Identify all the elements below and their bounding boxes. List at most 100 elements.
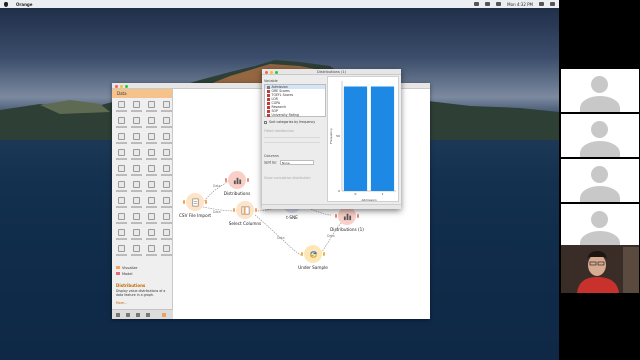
widget-label bbox=[146, 254, 157, 256]
widget-icon bbox=[118, 181, 125, 188]
widget-icon bbox=[133, 165, 140, 172]
widget-tile[interactable] bbox=[130, 165, 143, 178]
widget-tile[interactable] bbox=[115, 101, 128, 114]
zoom-icon[interactable] bbox=[116, 313, 120, 317]
widget-label bbox=[116, 222, 127, 224]
desktop: Orange Mon 4:32 PM Data Visualize Model … bbox=[0, 0, 559, 360]
widget-tile[interactable] bbox=[160, 181, 173, 194]
widget-tile[interactable] bbox=[130, 229, 143, 242]
widget-tile[interactable] bbox=[145, 101, 158, 114]
widget-tile[interactable] bbox=[145, 229, 158, 242]
menu-clock[interactable]: Mon 4:32 PM bbox=[507, 2, 533, 7]
node-select-columns[interactable]: Select Columns bbox=[225, 201, 265, 226]
window-titlebar: Distributions (1) bbox=[262, 69, 401, 75]
widget-icon bbox=[133, 181, 140, 188]
close-window-button[interactable] bbox=[115, 84, 118, 88]
minimize-window-button[interactable] bbox=[120, 84, 123, 88]
widget-icon bbox=[118, 229, 125, 236]
widget-tile[interactable] bbox=[160, 149, 173, 162]
variable-list-item[interactable]: University Rating bbox=[265, 113, 325, 117]
participant-tile[interactable] bbox=[561, 159, 639, 202]
widget-tile[interactable] bbox=[115, 133, 128, 146]
widget-label bbox=[116, 174, 127, 176]
widget-tile[interactable] bbox=[145, 117, 158, 130]
zoom-window-button[interactable] bbox=[125, 84, 128, 88]
widget-tile[interactable] bbox=[160, 197, 173, 210]
apple-icon[interactable] bbox=[4, 1, 8, 7]
widget-tile[interactable] bbox=[160, 101, 173, 114]
widget-tile[interactable] bbox=[130, 245, 143, 258]
widget-tile[interactable] bbox=[160, 117, 173, 130]
widget-label bbox=[116, 142, 127, 144]
widget-tile[interactable] bbox=[130, 181, 143, 194]
widget-tile[interactable] bbox=[115, 165, 128, 178]
widget-tile[interactable] bbox=[115, 117, 128, 130]
category-model[interactable]: Model bbox=[116, 271, 169, 276]
widget-label bbox=[146, 190, 157, 192]
widget-tile[interactable] bbox=[115, 149, 128, 162]
widget-tile[interactable] bbox=[145, 165, 158, 178]
widget-tile[interactable] bbox=[130, 117, 143, 130]
widget-label bbox=[131, 110, 142, 112]
widget-tile[interactable] bbox=[130, 213, 143, 226]
volume-icon[interactable] bbox=[496, 2, 502, 6]
help-title: Distributions bbox=[116, 283, 146, 288]
widget-tile[interactable] bbox=[115, 197, 128, 210]
participant-tile[interactable] bbox=[561, 204, 639, 247]
widget-icon bbox=[118, 117, 125, 124]
split-by-select[interactable]: None bbox=[279, 160, 314, 165]
show-cumulative-checkbox[interactable]: Show cumulative distribution bbox=[264, 176, 326, 180]
node-distributions-1[interactable]: Distributions (1) bbox=[327, 207, 367, 232]
node-csv-file-import[interactable]: CSV File Import bbox=[175, 193, 215, 218]
participant-tile[interactable] bbox=[561, 114, 639, 157]
search-icon[interactable] bbox=[539, 2, 544, 6]
widget-tile[interactable] bbox=[160, 165, 173, 178]
text-annotation-icon[interactable] bbox=[126, 313, 130, 317]
widget-tile[interactable] bbox=[145, 245, 158, 258]
arrow-annotation-icon[interactable] bbox=[136, 313, 140, 317]
widget-tile[interactable] bbox=[130, 149, 143, 162]
participant-video[interactable] bbox=[561, 245, 639, 293]
category-visualize[interactable]: Visualize bbox=[116, 265, 169, 270]
help-icon[interactable] bbox=[162, 313, 166, 317]
widget-tile[interactable] bbox=[115, 181, 128, 194]
variable-list[interactable]: Admission GRE Scores TOEFL Scores LOR CGPA Re… bbox=[264, 84, 326, 117]
widget-tile[interactable] bbox=[160, 213, 173, 226]
sort-categories-checkbox[interactable]: Sort categories by frequency bbox=[264, 120, 326, 124]
widget-tile[interactable] bbox=[115, 245, 128, 258]
widget-tile[interactable] bbox=[145, 181, 158, 194]
distribution-plot[interactable]: 0 1 0 50 Frequency Admission bbox=[327, 76, 399, 202]
wifi-icon[interactable] bbox=[474, 2, 480, 6]
widget-tile[interactable] bbox=[115, 213, 128, 226]
widget-tile[interactable] bbox=[145, 133, 158, 146]
battery-icon[interactable] bbox=[485, 2, 491, 6]
toolbox-section-header[interactable]: Data bbox=[112, 89, 172, 98]
widget-icon bbox=[118, 101, 125, 108]
control-center-icon[interactable] bbox=[550, 2, 555, 6]
widget-icon bbox=[148, 213, 155, 220]
node-under-sample[interactable]: Under Sample bbox=[293, 245, 333, 270]
checkbox-box bbox=[264, 120, 267, 124]
widget-tile[interactable] bbox=[145, 213, 158, 226]
pause-icon[interactable] bbox=[146, 313, 150, 317]
menu-app-name[interactable]: Orange bbox=[16, 2, 33, 7]
category-color-swatch bbox=[116, 266, 120, 269]
widget-tile[interactable] bbox=[160, 133, 173, 146]
widget-icon bbox=[163, 133, 170, 140]
widget-tile[interactable] bbox=[145, 197, 158, 210]
widget-tile[interactable] bbox=[115, 229, 128, 242]
widget-tile[interactable] bbox=[130, 197, 143, 210]
widget-tile[interactable] bbox=[145, 149, 158, 162]
node-distributions[interactable]: Distributions bbox=[217, 171, 257, 196]
participant-tile[interactable] bbox=[561, 69, 639, 112]
widget-tile[interactable] bbox=[130, 133, 143, 146]
python-script-icon bbox=[301, 245, 325, 263]
help-more-link[interactable]: More... bbox=[116, 301, 127, 305]
widget-tile[interactable] bbox=[160, 229, 173, 242]
node-label: Distributions (1) bbox=[330, 227, 364, 232]
widget-label bbox=[131, 158, 142, 160]
widget-label bbox=[116, 190, 127, 192]
widget-tile[interactable] bbox=[160, 245, 173, 258]
widget-tile[interactable] bbox=[130, 101, 143, 114]
x-axis-label: Admission bbox=[361, 198, 376, 202]
